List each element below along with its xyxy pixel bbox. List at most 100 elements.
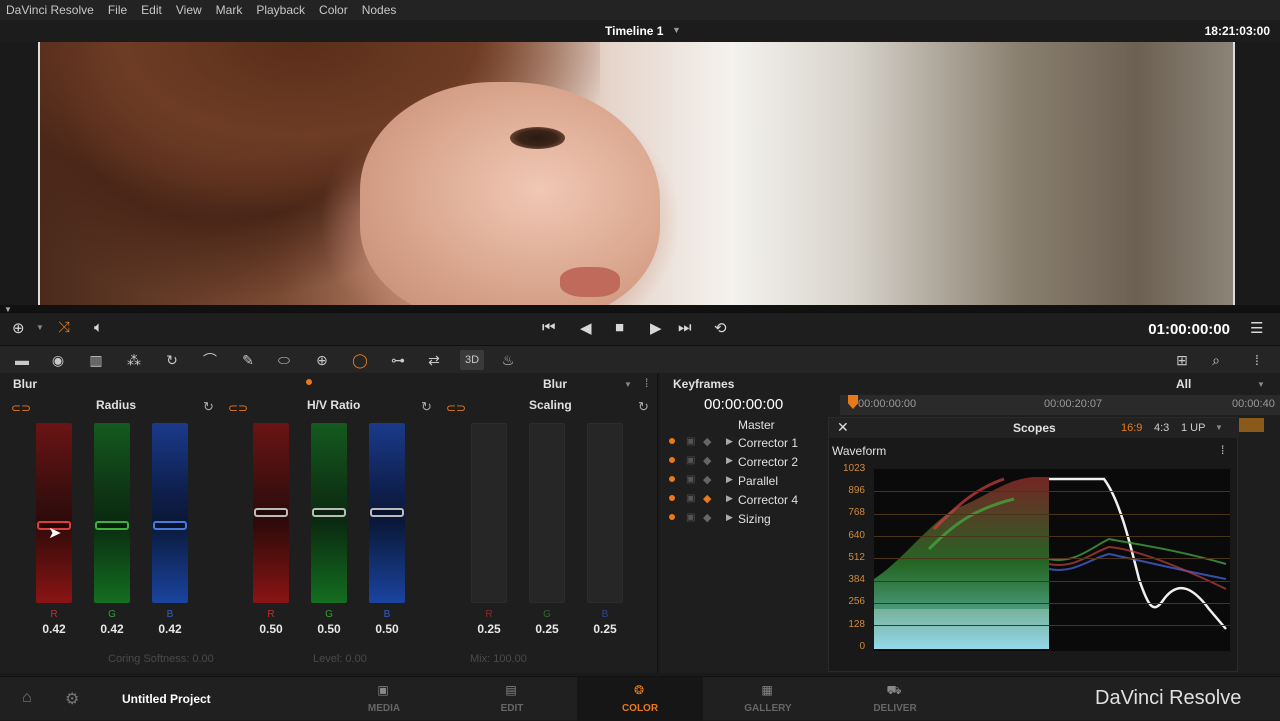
close-icon[interactable]: ✕ xyxy=(837,419,849,436)
radius-red-slider[interactable] xyxy=(36,423,72,603)
keyframes-filter-select[interactable]: All xyxy=(1176,377,1191,391)
kf-track-master[interactable]: Master xyxy=(738,418,775,432)
chevron-down-icon[interactable]: ▼ xyxy=(1215,423,1223,432)
radius-green-value[interactable]: 0.42 xyxy=(94,622,130,636)
timeline-selector[interactable]: Timeline 1 xyxy=(605,24,663,38)
menu-playback[interactable]: Playback xyxy=(250,3,313,17)
hv-red-value[interactable]: 0.50 xyxy=(253,622,289,636)
lock-icon[interactable]: ▣ xyxy=(686,436,695,447)
loop-icon[interactable]: ⟲ xyxy=(714,319,727,337)
layout-grid-icon[interactable]: ☰ xyxy=(1250,319,1263,337)
radius-red-value[interactable]: 0.42 xyxy=(36,622,72,636)
link-icon[interactable]: ⊂⊃ xyxy=(228,401,248,415)
radius-blue-slider[interactable] xyxy=(152,423,188,603)
coring-softness-field[interactable]: Coring Softness: 0.00 xyxy=(108,653,214,665)
menu-app[interactable]: DaVinci Resolve xyxy=(0,3,102,17)
layout-select[interactable]: 1 UP xyxy=(1181,422,1205,434)
go-to-end-icon[interactable]: ⏭︎ xyxy=(678,319,692,336)
chevron-down-icon[interactable]: ▼ xyxy=(672,25,681,35)
scaling-red-slider[interactable] xyxy=(471,423,507,603)
lock-icon[interactable]: ▣ xyxy=(686,512,695,523)
hv-blue-value[interactable]: 0.50 xyxy=(369,622,405,636)
mix-field[interactable]: Mix: 100.00 xyxy=(470,653,527,665)
expand-arrow-icon[interactable]: ▶ xyxy=(726,474,733,485)
keyframe-diamond-icon[interactable]: ◆ xyxy=(703,435,711,448)
slider-handle[interactable] xyxy=(95,521,129,530)
menu-color[interactable]: Color xyxy=(313,3,356,17)
color-wheels-icon[interactable]: ▥ xyxy=(86,350,106,370)
waveform-display[interactable] xyxy=(874,469,1230,651)
slider-handle[interactable] xyxy=(370,508,404,517)
aspect-4-3-button[interactable]: 4:3 xyxy=(1154,422,1169,434)
play-reverse-icon[interactable]: ◀ xyxy=(580,319,592,337)
kf-track-row[interactable]: ▣ ◆ ▶ Corrector 4 xyxy=(660,491,828,510)
lock-icon[interactable]: ▣ xyxy=(686,474,695,485)
motion-icon[interactable]: ↻ xyxy=(162,350,182,370)
playhead-icon[interactable] xyxy=(848,395,858,409)
nav-gallery[interactable]: ▦ GALLERY xyxy=(705,677,831,721)
menu-view[interactable]: View xyxy=(170,3,210,17)
chevron-down-icon[interactable]: ▼ xyxy=(36,323,44,332)
curves-icon[interactable]: ⌒ xyxy=(200,350,220,370)
nav-color[interactable]: ❂ COLOR xyxy=(577,677,703,721)
radius-blue-value[interactable]: 0.42 xyxy=(152,622,188,636)
nav-media[interactable]: ▣ MEDIA xyxy=(321,677,447,721)
volume-icon[interactable]: 🔈︎ xyxy=(94,319,103,336)
chevron-down-icon[interactable]: ▼ xyxy=(1257,380,1265,389)
slider-handle[interactable] xyxy=(153,521,187,530)
keyframe-clip-marker[interactable] xyxy=(1238,418,1264,432)
nav-edit[interactable]: ▤ EDIT xyxy=(449,677,575,721)
link-icon[interactable]: ⊂⊃ xyxy=(446,401,466,415)
scaling-blue-slider[interactable] xyxy=(587,423,623,603)
qualifier-icon[interactable]: ✎ xyxy=(238,350,258,370)
search-icon[interactable]: ⌕ xyxy=(1206,350,1226,370)
blur-mode-select[interactable]: Blur xyxy=(543,377,567,391)
grid-icon[interactable]: ⊞ xyxy=(1172,350,1192,370)
stereo-3d-icon[interactable]: 3D xyxy=(460,350,484,370)
nav-deliver[interactable]: ⛟ DELIVER xyxy=(832,677,958,721)
keyframe-diamond-icon[interactable]: ◆ xyxy=(703,473,711,486)
options-icon[interactable]: ⁞ xyxy=(1221,443,1224,457)
shuffle-icon[interactable]: ⤨ xyxy=(58,319,70,336)
level-field[interactable]: Level: 0.00 xyxy=(313,653,367,665)
home-icon[interactable]: ⌂ xyxy=(22,689,32,707)
expand-arrow-icon[interactable]: ▶ xyxy=(726,512,733,523)
kf-track-row[interactable]: ▣ ◆ ▶ Corrector 2 xyxy=(660,453,828,472)
play-icon[interactable]: ▶ xyxy=(650,319,662,337)
tracker-icon[interactable]: ⊕ xyxy=(312,350,332,370)
menu-mark[interactable]: Mark xyxy=(210,3,251,17)
options-icon[interactable]: ⁞ xyxy=(645,376,648,390)
scrub-bar[interactable]: ▼ xyxy=(0,305,1280,314)
key-icon[interactable]: ⊶ xyxy=(386,350,410,370)
window-icon[interactable]: ⬭ xyxy=(274,350,294,370)
slider-handle[interactable] xyxy=(312,508,346,517)
link-icon[interactable]: ⊂⊃ xyxy=(11,401,31,415)
aspect-16-9-button[interactable]: 16:9 xyxy=(1121,422,1142,434)
lock-icon[interactable]: ▣ xyxy=(686,493,695,504)
rgb-mixer-icon[interactable]: ⁂ xyxy=(124,350,144,370)
expand-arrow-icon[interactable]: ▶ xyxy=(726,493,733,504)
menu-nodes[interactable]: Nodes xyxy=(356,3,405,17)
camera-raw-icon[interactable]: ▬ xyxy=(10,350,34,370)
hv-blue-slider[interactable] xyxy=(369,423,405,603)
reset-icon[interactable]: ↻ xyxy=(638,399,649,415)
color-match-icon[interactable]: ◉ xyxy=(48,350,68,370)
blur-icon[interactable]: ◯ xyxy=(350,350,370,370)
expand-arrow-icon[interactable]: ▶ xyxy=(726,436,733,447)
go-to-start-icon[interactable]: ⏮︎ xyxy=(542,319,556,336)
sizing-icon[interactable]: ⇄ xyxy=(424,350,444,370)
expand-arrow-icon[interactable]: ▶ xyxy=(726,455,733,466)
more-icon[interactable]: ⁞ xyxy=(1247,350,1267,370)
scaling-green-slider[interactable] xyxy=(529,423,565,603)
hv-green-value[interactable]: 0.50 xyxy=(311,622,347,636)
reset-icon[interactable]: ↻ xyxy=(203,399,214,415)
chevron-down-icon[interactable]: ▼ xyxy=(624,380,632,389)
menu-file[interactable]: File xyxy=(102,3,135,17)
kf-track-row[interactable]: ▣ ◆ ▶ Parallel xyxy=(660,472,828,491)
flame-icon[interactable]: ♨ xyxy=(498,350,518,370)
scaling-blue-value[interactable]: 0.25 xyxy=(587,622,623,636)
reset-icon[interactable]: ↻ xyxy=(421,399,432,415)
radius-green-slider[interactable] xyxy=(94,423,130,603)
gear-icon[interactable]: ⚙ xyxy=(65,689,79,709)
video-viewer[interactable] xyxy=(38,42,1235,305)
